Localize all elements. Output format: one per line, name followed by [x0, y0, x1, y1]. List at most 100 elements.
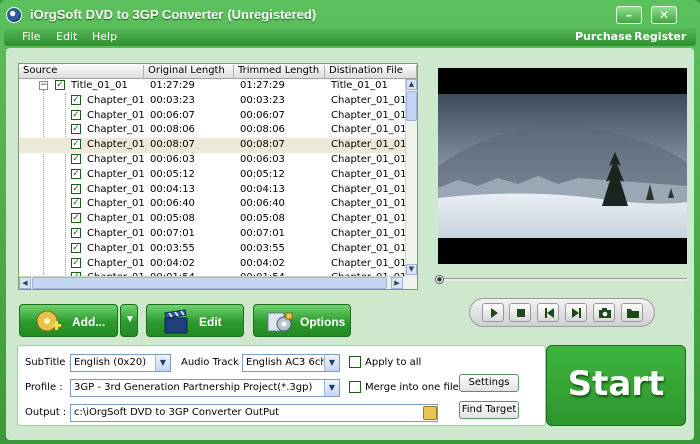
play-button[interactable]	[482, 303, 504, 322]
chapter-checkbox[interactable]: ✓	[71, 94, 81, 105]
close-button[interactable]: ✕	[651, 6, 677, 24]
table-row[interactable]: ✓ Chapter_01... 00:05:12 00:05:12 Chapter_01…	[19, 168, 405, 183]
row-source: Chapter_01...	[87, 168, 144, 180]
table-row[interactable]: ✓ Chapter_01... 00:06:03 00:06:03 Chapter_01…	[19, 153, 405, 168]
table-row[interactable]: ✓ Chapter_01... 00:04:02 00:04:02 Chapter_01…	[19, 257, 405, 272]
row-destination: Chapter_01_01_03	[331, 124, 405, 136]
table-row[interactable]: ✓ Chapter_01... 00:05:08 00:05:08 Chapter_01…	[19, 212, 405, 227]
apply-to-all-checkbox[interactable]	[349, 356, 361, 368]
add-button[interactable]: Add...	[19, 304, 118, 337]
chapter-checkbox[interactable]: ✓	[71, 227, 81, 238]
collapse-icon[interactable]: −	[39, 81, 48, 90]
row-destination: Title_01_01	[331, 80, 388, 91]
table-row[interactable]: ✓ Chapter_01... 00:06:07 00:06:07 Chapter_01…	[19, 109, 405, 124]
column-source[interactable]: Source	[19, 65, 144, 79]
find-target-button[interactable]: Find Target	[459, 401, 519, 419]
row-destination: Chapter_01_01_10	[331, 227, 405, 239]
chapter-checkbox[interactable]: ✓	[71, 198, 81, 209]
seek-bar[interactable]	[438, 278, 687, 281]
row-trimmed-length: 01:27:29	[240, 80, 285, 91]
minimize-button[interactable]: –	[616, 6, 642, 24]
browse-folder-icon[interactable]	[423, 406, 437, 420]
title-bar: iOrgSoft DVD to 3GP Converter (Unregister…	[0, 0, 700, 30]
row-source: Chapter_01...	[87, 257, 144, 269]
row-original-length: 00:06:07	[150, 109, 195, 121]
edit-button-label: Edit	[199, 315, 222, 329]
table-row[interactable]: ✓ Chapter_01... 00:07:01 00:07:01 Chapter_01…	[19, 227, 405, 242]
table-row-title[interactable]: − ✓ Title_01_01 01:27:29 01:27:29 Title_…	[19, 79, 405, 94]
scroll-down-icon[interactable]: ▼	[406, 264, 417, 275]
menu-help[interactable]: Help	[92, 30, 117, 43]
merge-checkbox[interactable]	[349, 381, 361, 393]
chevron-down-icon[interactable]: ▼	[155, 355, 170, 371]
open-folder-button[interactable]	[621, 303, 643, 322]
table-row[interactable]: ✓ Chapter_01... 00:08:07 00:08:07 Chapter_01…	[19, 138, 405, 153]
scroll-thumb[interactable]	[406, 91, 417, 121]
start-button[interactable]: Start	[546, 345, 686, 426]
edit-button[interactable]: Edit	[146, 304, 244, 337]
chapter-checkbox[interactable]: ✓	[71, 139, 81, 150]
row-trimmed-length: 00:03:23	[240, 94, 285, 106]
window-title: iOrgSoft DVD to 3GP Converter (Unregister…	[30, 7, 316, 22]
file-list: Source Original Length Trimmed Length Di…	[18, 63, 418, 290]
table-row[interactable]: ✓ Chapter_01... 00:06:40 00:06:40 Chapter_01…	[19, 197, 405, 212]
row-original-length: 00:03:55	[150, 242, 195, 254]
profile-select[interactable]: 3GP - 3rd Generation Partnership Project…	[70, 379, 340, 397]
chapter-checkbox[interactable]: ✓	[71, 109, 81, 120]
chevron-down-icon[interactable]: ▼	[324, 380, 339, 396]
player-controls	[469, 298, 655, 327]
register-link[interactable]: Register	[634, 30, 686, 43]
scroll-right-icon[interactable]: ▶	[391, 277, 403, 289]
clapperboard-icon	[164, 309, 188, 334]
options-button[interactable]: Options	[253, 304, 351, 337]
scroll-thumb[interactable]	[32, 277, 387, 289]
row-source: Chapter_01...	[87, 183, 144, 195]
purchase-link[interactable]: Purchase	[575, 30, 632, 43]
row-source: Title_01_01	[71, 80, 128, 91]
settings-button[interactable]: Settings	[459, 374, 519, 392]
chapter-checkbox[interactable]: ✓	[71, 257, 81, 268]
table-row[interactable]: ✓ Chapter_01... 00:04:13 00:04:13 Chapter_01…	[19, 183, 405, 198]
chapter-checkbox[interactable]: ✓	[71, 242, 81, 253]
scroll-up-icon[interactable]: ▲	[406, 79, 417, 90]
row-trimmed-length: 00:06:07	[240, 109, 285, 121]
menu-file[interactable]: File	[22, 30, 40, 43]
chapter-checkbox[interactable]: ✓	[71, 183, 81, 194]
chapter-checkbox[interactable]: ✓	[71, 153, 81, 164]
row-source: Chapter_01...	[87, 109, 144, 121]
add-dropdown-button[interactable]: ▼	[120, 304, 138, 337]
chevron-down-icon: ▼	[125, 314, 135, 325]
table-row[interactable]: ✓ Chapter_01... 00:03:55 00:03:55 Chapter_01…	[19, 242, 405, 257]
table-row[interactable]: ✓ Chapter_01... 00:03:23 00:03:23 Chapter_01…	[19, 94, 405, 109]
table-row[interactable]: ✓ Chapter_01... 00:08:06 00:08:06 Chapter_01…	[19, 123, 405, 138]
title-checkbox[interactable]: ✓	[55, 80, 65, 90]
subtitle-select[interactable]: English (0x20) ▼	[70, 354, 171, 372]
chapter-checkbox[interactable]: ✓	[71, 213, 81, 224]
skip-forward-icon	[572, 308, 581, 318]
chapter-checkbox[interactable]: ✓	[71, 168, 81, 179]
chevron-down-icon[interactable]: ▼	[324, 355, 339, 371]
seek-handle[interactable]: ●	[435, 275, 444, 284]
list-vertical-scrollbar[interactable]: ▲ ▼	[405, 79, 417, 276]
start-button-label: Start	[567, 364, 665, 404]
column-destination-file[interactable]: Distination File	[325, 65, 417, 79]
chapter-checkbox[interactable]: ✓	[71, 124, 81, 135]
snapshot-button[interactable]	[593, 303, 615, 322]
previous-button[interactable]	[537, 303, 559, 322]
row-original-length: 00:04:02	[150, 257, 195, 269]
audio-track-select[interactable]: English AC3 6ch (0x ▼	[242, 354, 340, 372]
column-trimmed-length[interactable]: Trimmed Length	[234, 65, 325, 79]
menu-edit[interactable]: Edit	[56, 30, 77, 43]
profile-value: 3GP - 3rd Generation Partnership Project…	[74, 382, 313, 393]
row-destination: Chapter_01_01_09	[331, 213, 405, 225]
row-original-length: 00:05:12	[150, 168, 195, 180]
output-path-input[interactable]: c:\iOrgSoft DVD to 3GP Converter OutPut	[70, 404, 438, 422]
merge-label: Merge into one file	[365, 382, 459, 393]
next-button[interactable]	[565, 303, 587, 322]
stop-button[interactable]	[509, 303, 531, 322]
output-label: Output :	[25, 407, 67, 418]
registration-status: (Unregistered)	[227, 7, 317, 22]
column-original-length[interactable]: Original Length	[144, 65, 234, 79]
scroll-left-icon[interactable]: ◀	[19, 277, 31, 289]
list-horizontal-scrollbar[interactable]: ◀ ▶	[19, 276, 405, 289]
